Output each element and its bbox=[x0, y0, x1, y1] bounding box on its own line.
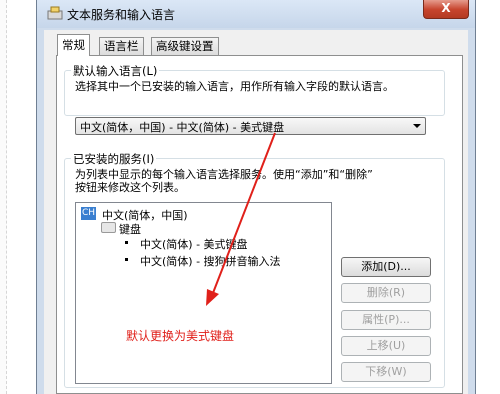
move-up-button[interactable]: 上移(U) bbox=[341, 336, 431, 356]
move-down-button[interactable]: 下移(W) bbox=[341, 362, 431, 382]
remove-button[interactable]: 删除(R) bbox=[341, 283, 431, 303]
tree-keyboard-node[interactable]: 键盘 bbox=[119, 221, 141, 237]
app-icon bbox=[47, 6, 63, 20]
default-language-selected: 中文(简体，中国) - 中文(简体) - 美式键盘 bbox=[80, 121, 285, 134]
bullet-icon bbox=[125, 258, 128, 261]
installed-services-description-line2: 按钮来修改这个列表。 bbox=[75, 181, 185, 194]
language-ch-icon: CH bbox=[81, 207, 96, 220]
chevron-down-icon bbox=[413, 124, 421, 128]
close-icon: X bbox=[441, 1, 451, 15]
default-language-group-title: 默认输入语言(L) bbox=[71, 63, 160, 79]
installed-services-group-title: 已安装的服务(I) bbox=[71, 151, 157, 167]
properties-button[interactable]: 属性(P)... bbox=[341, 310, 431, 330]
default-language-dropdown[interactable]: 中文(简体，中国) - 中文(简体) - 美式键盘 bbox=[75, 117, 426, 135]
add-button[interactable]: 添加(D)... bbox=[341, 257, 431, 277]
tree-language-node[interactable]: 中文(简体，中国) bbox=[102, 207, 188, 223]
services-tree[interactable]: CH 中文(简体，中国) 键盘 中文(简体) - 美式键盘 中文(简体) - 搜… bbox=[75, 202, 332, 384]
default-language-description: 选择其中一个已安装的输入语言，用作所有输入字段的默认语言。 bbox=[75, 80, 394, 93]
bullet-icon bbox=[125, 241, 128, 244]
annotation-text: 默认更换为美式键盘 bbox=[126, 329, 235, 343]
keyboard-icon bbox=[101, 222, 116, 233]
tab-language-bar[interactable]: 语言栏 bbox=[99, 37, 144, 55]
tab-advanced-key-settings[interactable]: 高级键设置 bbox=[151, 37, 219, 55]
page-edge bbox=[0, 0, 7, 394]
close-button[interactable]: X bbox=[423, 0, 469, 19]
title-bar[interactable]: 文本服务和输入语言 X bbox=[37, 0, 475, 28]
tab-general[interactable]: 常规 bbox=[57, 34, 90, 56]
tree-item-sogou-pinyin[interactable]: 中文(简体) - 搜狗拼音输入法 bbox=[140, 253, 281, 269]
window-title: 文本服务和输入语言 bbox=[67, 8, 176, 22]
dialog-window: 文本服务和输入语言 X 常规 语言栏 高级键设置 默认输入语言(L) 选择其中一… bbox=[36, 0, 476, 394]
default-language-group: 默认输入语言(L) bbox=[64, 63, 445, 116]
installed-services-description-line1: 为列表中显示的每个输入语言选择服务。使用“添加”和“删除” bbox=[75, 168, 373, 181]
tree-item-us-keyboard[interactable]: 中文(简体) - 美式键盘 bbox=[140, 236, 248, 252]
